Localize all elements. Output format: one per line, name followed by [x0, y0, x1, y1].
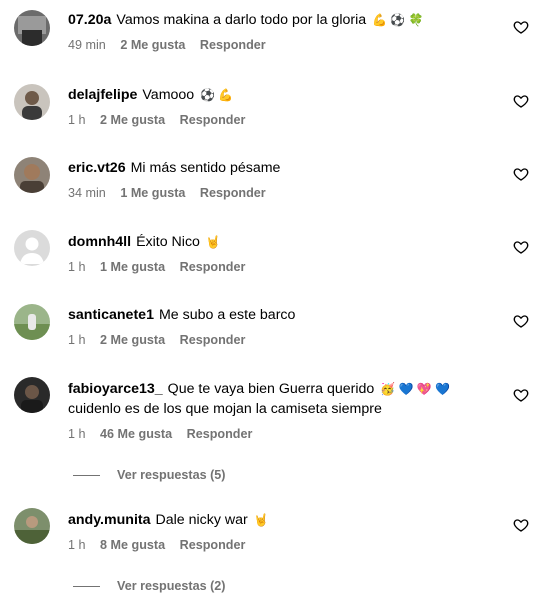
heart-outline-icon[interactable] — [513, 387, 529, 403]
emoji: 💪 ⚽ 🍀 — [372, 13, 424, 27]
likes-count[interactable]: 2 Me gusta — [120, 38, 185, 52]
comment-meta: 1 h 46 Me gusta Responder — [68, 427, 501, 441]
heart-outline-icon[interactable] — [513, 93, 529, 109]
comment-text: domnh4ll Éxito Nico 🤘 — [68, 234, 221, 250]
reply-button[interactable]: Responder — [180, 333, 246, 347]
username[interactable]: 07.20a — [68, 12, 111, 28]
reply-button[interactable]: Responder — [200, 186, 266, 200]
avatar[interactable] — [14, 377, 50, 413]
comment-meta: 1 h 2 Me gusta Responder — [68, 113, 501, 127]
avatar[interactable] — [14, 508, 50, 544]
timestamp: 1 h — [68, 427, 86, 441]
reply-button[interactable]: Responder — [180, 538, 246, 552]
avatar[interactable] — [14, 230, 50, 266]
replies-divider — [73, 475, 100, 477]
comment-meta: 1 h 1 Me gusta Responder — [68, 260, 501, 274]
username[interactable]: domnh4ll — [68, 234, 131, 250]
username[interactable]: andy.munita — [68, 512, 151, 528]
heart-outline-icon[interactable] — [513, 19, 529, 35]
username[interactable]: santicanete1 — [68, 307, 154, 323]
reply-button[interactable]: Responder — [180, 113, 246, 127]
avatar[interactable] — [14, 84, 50, 120]
replies-divider — [73, 586, 100, 588]
comment-meta: 49 min 2 Me gusta Responder — [68, 38, 501, 52]
comment-meta: 1 h 2 Me gusta Responder — [68, 333, 501, 347]
emoji: ⚽ 💪 — [200, 88, 234, 102]
likes-count[interactable]: 46 Me gusta — [100, 427, 172, 441]
reply-button[interactable]: Responder — [180, 260, 246, 274]
username[interactable]: delajfelipe — [68, 87, 137, 103]
comment-text: eric.vt26 Mi más sentido pésame — [68, 160, 281, 176]
likes-count[interactable]: 2 Me gusta — [100, 333, 165, 347]
reply-button[interactable]: Responder — [200, 38, 266, 52]
heart-outline-icon[interactable] — [513, 313, 529, 329]
comment-text: fabioyarce13_ Que te vaya bien Guerra que… — [68, 381, 451, 397]
timestamp: 1 h — [68, 113, 86, 127]
view-replies-button[interactable]: Ver respuestas (2) — [73, 579, 226, 593]
avatar[interactable] — [14, 304, 50, 340]
comment-meta: 1 h 8 Me gusta Responder — [68, 538, 501, 552]
username[interactable]: eric.vt26 — [68, 160, 126, 176]
timestamp: 49 min — [68, 38, 106, 52]
comment-meta: 34 min 1 Me gusta Responder — [68, 186, 501, 200]
reply-button[interactable]: Responder — [187, 427, 253, 441]
likes-count[interactable]: 1 Me gusta — [120, 186, 185, 200]
comment-text: andy.munita Dale nicky war 🤘 — [68, 512, 269, 528]
comment-text: 07.20a Vamos makina a darlo todo por la g… — [68, 12, 424, 28]
timestamp: 1 h — [68, 538, 86, 552]
username[interactable]: fabioyarce13_ — [68, 381, 163, 397]
likes-count[interactable]: 2 Me gusta — [100, 113, 165, 127]
timestamp: 34 min — [68, 186, 106, 200]
heart-outline-icon[interactable] — [513, 166, 529, 182]
comment-text-continued: cuidenlo es de los que mojan la camiseta… — [68, 401, 382, 417]
view-replies-button[interactable]: Ver respuestas (5) — [73, 468, 226, 482]
emoji: 🤘 — [205, 235, 221, 249]
likes-count[interactable]: 1 Me gusta — [100, 260, 165, 274]
likes-count[interactable]: 8 Me gusta — [100, 538, 165, 552]
avatar[interactable] — [14, 10, 50, 46]
comment-text: santicanete1 Me subo a este barco — [68, 307, 296, 323]
emoji: 🥳 💙 💖 💙 — [380, 382, 451, 396]
heart-outline-icon[interactable] — [513, 239, 529, 255]
timestamp: 1 h — [68, 260, 86, 274]
timestamp: 1 h — [68, 333, 86, 347]
emoji: 🤘 — [253, 513, 269, 527]
heart-outline-icon[interactable] — [513, 517, 529, 533]
comment-text: delajfelipe Vamooo ⚽ 💪 — [68, 87, 234, 103]
avatar[interactable] — [14, 157, 50, 193]
